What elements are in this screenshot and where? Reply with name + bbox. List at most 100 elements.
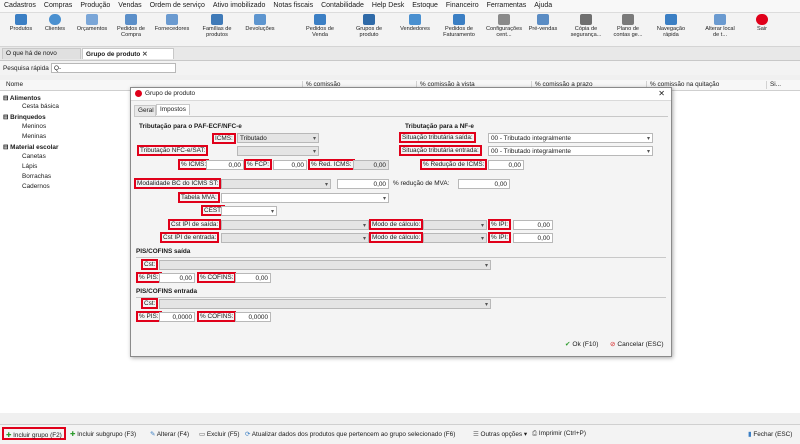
pis-entrada-input[interactable]: 0,0000: [159, 312, 195, 322]
excluir-button[interactable]: ▭ Excluir (F5): [199, 430, 240, 438]
table-row[interactable]: Meninas: [22, 133, 46, 142]
toolbar-configuracoes[interactable]: Configurações cent...: [482, 14, 526, 38]
toolbar-navegacao[interactable]: Navegação rápida: [652, 14, 690, 38]
tab-label: O que há de novo: [6, 50, 57, 57]
pipi-1-input[interactable]: 0,00: [513, 220, 553, 230]
section-divider: [136, 297, 666, 298]
section-pis-saida: PIS/COFINS saída: [136, 248, 191, 255]
menu-contabilidade[interactable]: Contabilidade: [317, 0, 368, 9]
table-row[interactable]: Borrachas: [22, 173, 51, 182]
imprimir-button[interactable]: ⎙ Imprimir (Ctrl+P): [532, 430, 586, 438]
menu-cadastros[interactable]: Cadastros: [0, 0, 40, 9]
toolbar-grupos-produto[interactable]: Grupos de produto: [349, 14, 389, 38]
alterar-button[interactable]: ✎ Alterar (F4): [150, 430, 189, 438]
toolbar-pedidos-compra[interactable]: Pedidos de Compra: [113, 14, 149, 38]
table-row[interactable]: Lápis: [22, 163, 37, 172]
location-icon: [714, 14, 726, 25]
cofins-entrada-input[interactable]: 0,0000: [235, 312, 271, 322]
col-si[interactable]: Si...: [766, 81, 781, 89]
redicms-input[interactable]: 0,00: [353, 160, 389, 170]
toolbar-familias[interactable]: Famílias de produtos: [196, 14, 238, 38]
mva-input[interactable]: 0,00: [337, 179, 389, 189]
cofins-saida-input[interactable]: 0,00: [235, 273, 271, 283]
menu-help-desk[interactable]: Help Desk: [368, 0, 408, 9]
picms-input[interactable]: 0,00: [206, 160, 244, 170]
section-divider: [136, 257, 666, 258]
tab-impostos[interactable]: Impostos: [156, 104, 190, 115]
table-row[interactable]: ⊟ Alimentos: [3, 94, 41, 103]
modo-calculo-2-select[interactable]: ▾: [423, 233, 487, 243]
cancel-button[interactable]: ⊘ Cancelar (ESC): [610, 340, 664, 348]
icms-select[interactable]: Tributado ▾: [237, 133, 319, 143]
add-icon: ✚: [6, 432, 12, 439]
tab-label: Grupo de produto: [86, 51, 141, 58]
quick-search-bar: Pesquisa rápida Q-: [0, 61, 800, 75]
chevron-down-icon: ▾: [362, 236, 366, 242]
menu-ordem-servico[interactable]: Ordem de serviço: [146, 0, 209, 9]
close-icon[interactable]: ✕: [142, 51, 147, 58]
toolbar-pre-vendas[interactable]: Pré-vendas: [524, 14, 562, 32]
incluir-grupo-button[interactable]: ✚ Incluir grupo (F2): [2, 427, 66, 440]
table-row[interactable]: ⊟ Brinquedos: [3, 113, 46, 122]
table-row[interactable]: ⊟ Material escolar: [3, 143, 58, 152]
toolbar-produtos[interactable]: Produtos: [4, 14, 38, 32]
menu-estoque[interactable]: Estoque: [408, 0, 442, 9]
nfce-select[interactable]: ▾: [237, 146, 319, 156]
toolbar-vendedores[interactable]: Vendedores: [395, 14, 435, 32]
quick-search-input[interactable]: Q-: [51, 63, 176, 73]
sales-icon: [314, 14, 326, 25]
boxes-icon: [211, 14, 223, 25]
pis-saida-cst-select[interactable]: ▾: [159, 260, 491, 270]
ipi-entrada-select[interactable]: ▾: [221, 233, 369, 243]
ok-button[interactable]: ✔ Ok (F10): [565, 340, 598, 348]
menu-financeiro[interactable]: Financeiro: [442, 0, 483, 9]
fcp-input[interactable]: 0,00: [273, 160, 307, 170]
menu-producao[interactable]: Produção: [76, 0, 114, 9]
chevron-down-icon: ▾: [270, 209, 274, 215]
menu-ajuda[interactable]: Ajuda: [530, 0, 556, 9]
pis-saida-input[interactable]: 0,00: [159, 273, 195, 283]
menu-ferramentas[interactable]: Ferramentas: [483, 0, 531, 9]
pis-saida-label: % PIS:: [136, 272, 162, 283]
tab-geral[interactable]: Geral: [134, 105, 156, 116]
toolbar-clientes[interactable]: Clientes: [39, 14, 71, 32]
fechar-button[interactable]: ▮ Fechar (ESC): [748, 430, 792, 438]
atualizar-button[interactable]: ⟳ Atualizar dados dos produtos que perte…: [245, 430, 455, 438]
toolbar-copia-seguranca[interactable]: Cópia de segurança...: [566, 14, 606, 38]
entrada-select[interactable]: 00 - Tributado integralmente ▾: [488, 146, 653, 156]
pipi-2-input[interactable]: 0,00: [513, 233, 553, 243]
menu-compras[interactable]: Compras: [40, 0, 76, 9]
toolbar-fornecedores[interactable]: Fornecedores: [150, 14, 194, 32]
toolbar-pedidos-faturamento[interactable]: Pedidos de Faturamento: [436, 14, 482, 38]
menu-notas-fiscais[interactable]: Notas fiscais: [269, 0, 317, 9]
reducao-input[interactable]: 0,00: [488, 160, 524, 170]
table-row[interactable]: Canetas: [22, 153, 46, 162]
tab-grupo-de-produto[interactable]: Grupo de produto ✕: [82, 48, 174, 59]
incluir-subgrupo-button[interactable]: ✚ Incluir subgrupo (F3): [70, 430, 136, 438]
toolbar-devolucoes[interactable]: Devoluções: [240, 14, 280, 32]
cest-select[interactable]: ▾: [221, 206, 277, 216]
reducao-mva-input[interactable]: 0,00: [458, 179, 510, 189]
menu-vendas[interactable]: Vendas: [114, 0, 145, 9]
invoice-icon: [453, 14, 465, 25]
toolbar-orcamentos[interactable]: Orçamentos: [73, 14, 111, 32]
modo-calculo-1-select[interactable]: ▾: [423, 220, 487, 230]
tab-o-que-ha-de-novo[interactable]: O que há de novo: [2, 48, 81, 59]
table-row[interactable]: Meninos: [22, 123, 46, 132]
menu-ativo-imobilizado[interactable]: Ativo imobilizado: [209, 0, 270, 9]
ipi-saida-select[interactable]: ▾: [221, 220, 369, 230]
modalidade-select[interactable]: ▾: [221, 179, 331, 189]
toolbar-sair[interactable]: Sair: [750, 14, 774, 32]
table-row[interactable]: Cadernos: [22, 183, 50, 192]
close-icon[interactable]: ✕: [658, 89, 665, 98]
col-nome[interactable]: Nome: [3, 81, 23, 89]
toolbar-pedidos-venda[interactable]: Pedidos de Venda: [300, 14, 340, 38]
toolbar-plano-contas[interactable]: Plano de contas ge...: [608, 14, 648, 38]
toolbar-alterar-local[interactable]: Alterar local de t...: [697, 14, 743, 38]
pis-entrada-cst-select[interactable]: ▾: [159, 299, 491, 309]
outras-opcoes-button[interactable]: ☰ Outras opções ▾: [473, 430, 527, 438]
tabela-mva-select[interactable]: ▾: [221, 193, 389, 203]
table-row[interactable]: Cesta básica: [22, 103, 59, 112]
saida-select[interactable]: 00 - Tributado integralmente ▾: [488, 133, 653, 143]
modalidade-label: Modalidade BC do ICMS ST:: [134, 178, 222, 189]
